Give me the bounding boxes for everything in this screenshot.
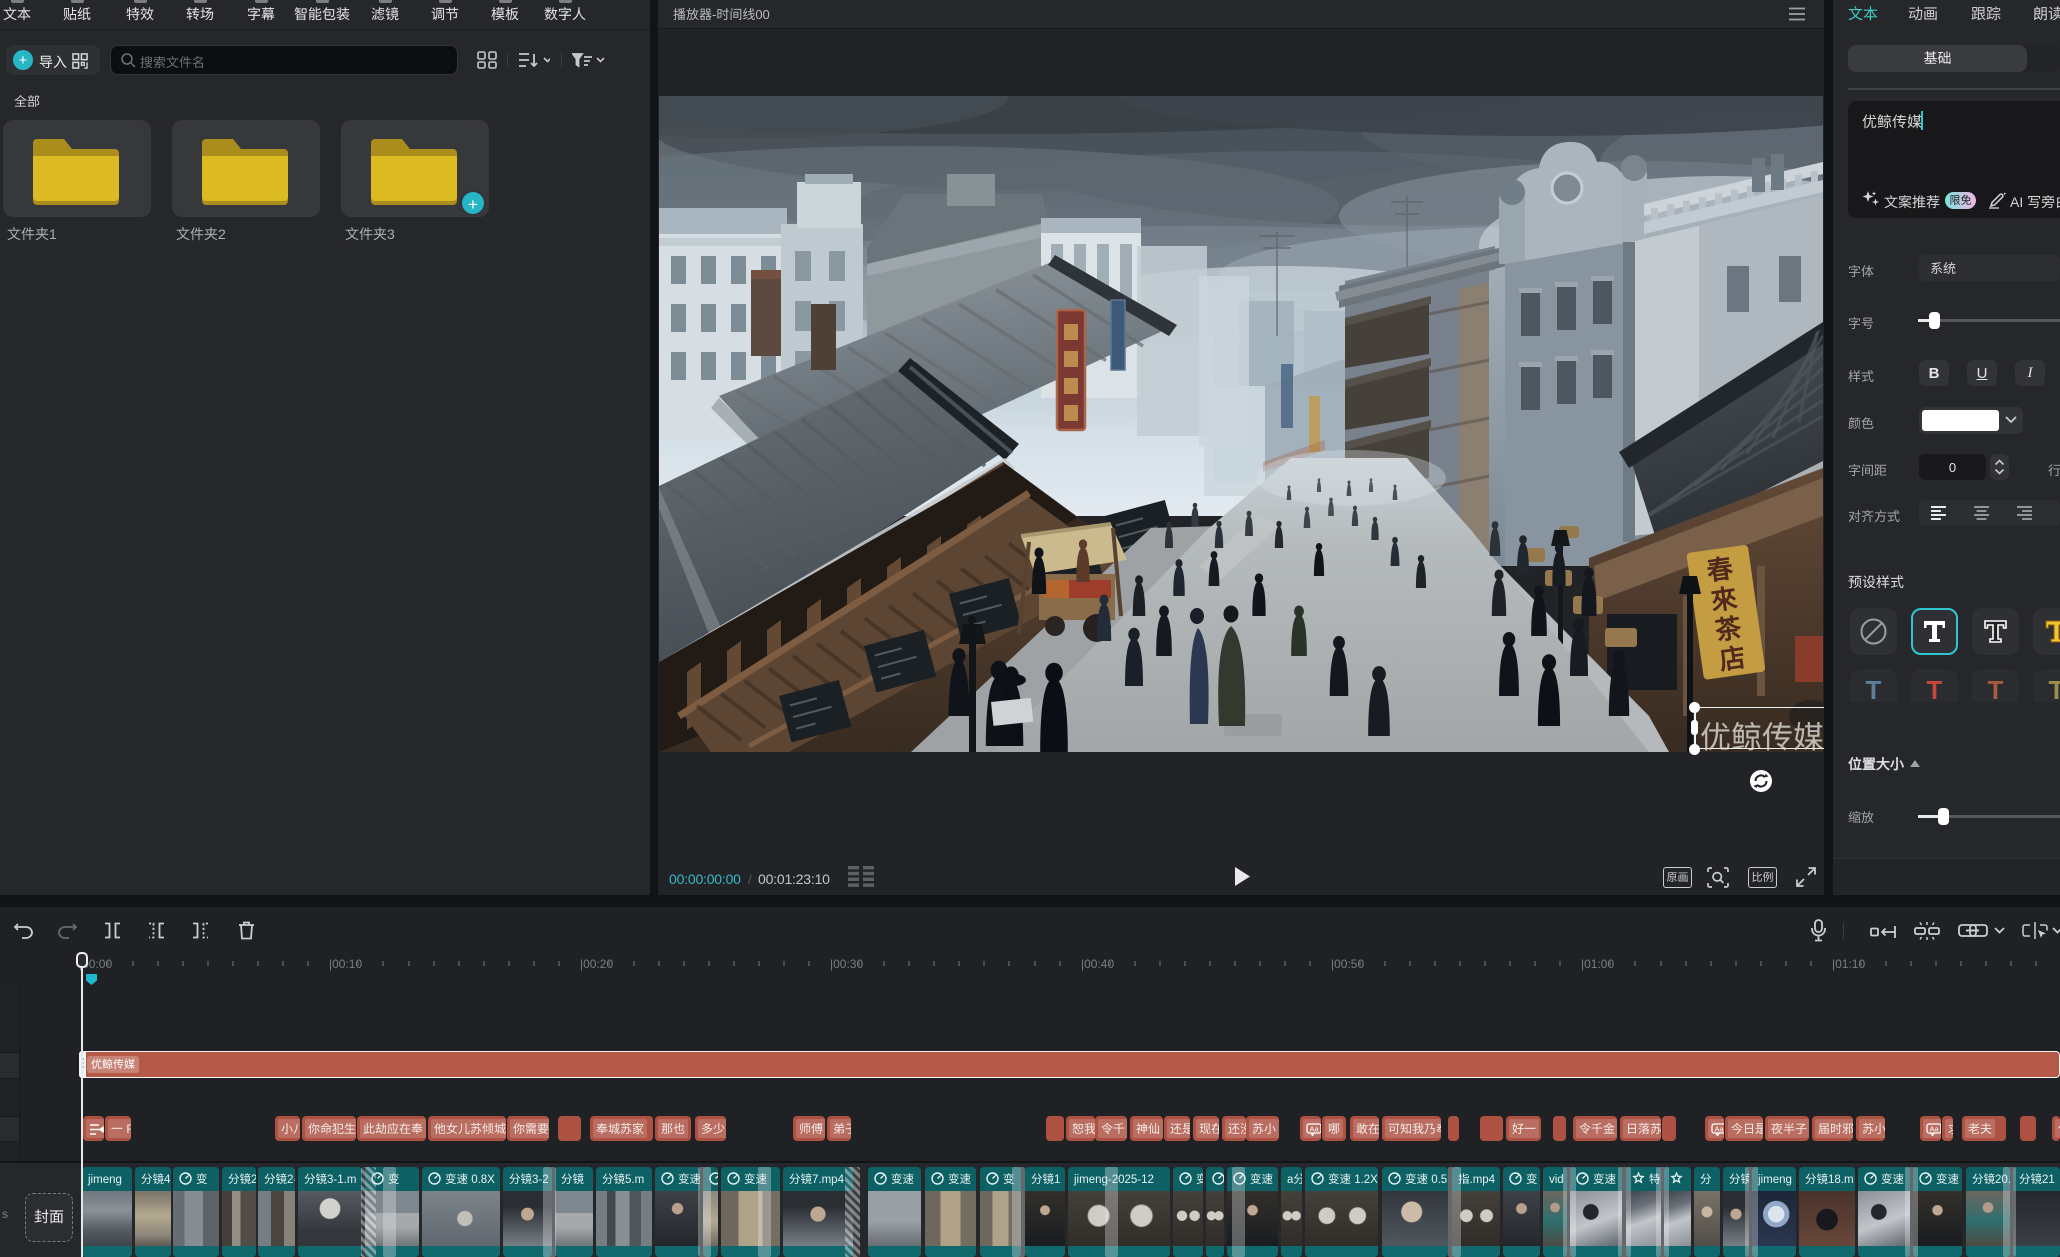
svg-text:Aa: Aa: [1715, 1124, 1725, 1135]
svg-text:Aa: Aa: [1310, 1124, 1320, 1135]
svg-text:店: 店: [1717, 637, 1748, 677]
svg-text:Aa: Aa: [1930, 1124, 1940, 1135]
